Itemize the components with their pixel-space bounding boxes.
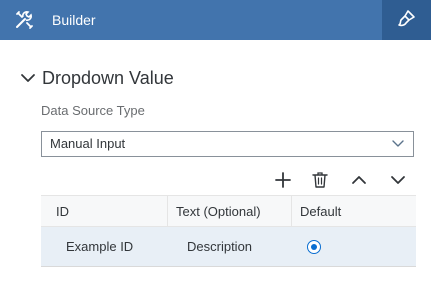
chevron-up-icon[interactable]: [349, 170, 369, 190]
data-source-label: Data Source Type: [41, 103, 145, 118]
table-header: ID Text (Optional) Default: [41, 195, 416, 227]
tools-icon[interactable]: [14, 10, 34, 30]
chevron-down-icon[interactable]: [388, 170, 408, 190]
column-header-id[interactable]: ID: [41, 196, 167, 227]
row-text-cell[interactable]: Description: [187, 227, 252, 266]
paint-brush-icon: [397, 8, 417, 33]
data-source-value: Manual Input: [50, 136, 126, 151]
builder-header: Builder: [0, 0, 431, 40]
dropdown-values-table: ID Text (Optional) Default Example ID De…: [41, 195, 416, 267]
app-title: Builder: [52, 12, 96, 28]
column-header-text[interactable]: Text (Optional): [167, 196, 291, 227]
add-icon[interactable]: [273, 170, 293, 190]
chevron-down-icon[interactable]: [20, 70, 36, 86]
style-button[interactable]: [382, 0, 431, 40]
column-header-default[interactable]: Default: [291, 196, 416, 227]
data-source-select[interactable]: Manual Input: [41, 131, 414, 157]
row-id-cell[interactable]: Example ID: [66, 227, 133, 266]
chevron-down-icon[interactable]: [391, 137, 405, 151]
default-radio[interactable]: [307, 240, 321, 254]
section-title: Dropdown Value: [42, 67, 174, 88]
delete-icon[interactable]: [310, 170, 330, 190]
table-row[interactable]: Example ID Description: [41, 227, 416, 267]
radio-selected-dot: [311, 244, 317, 250]
section-header[interactable]: Dropdown Value: [20, 66, 174, 90]
